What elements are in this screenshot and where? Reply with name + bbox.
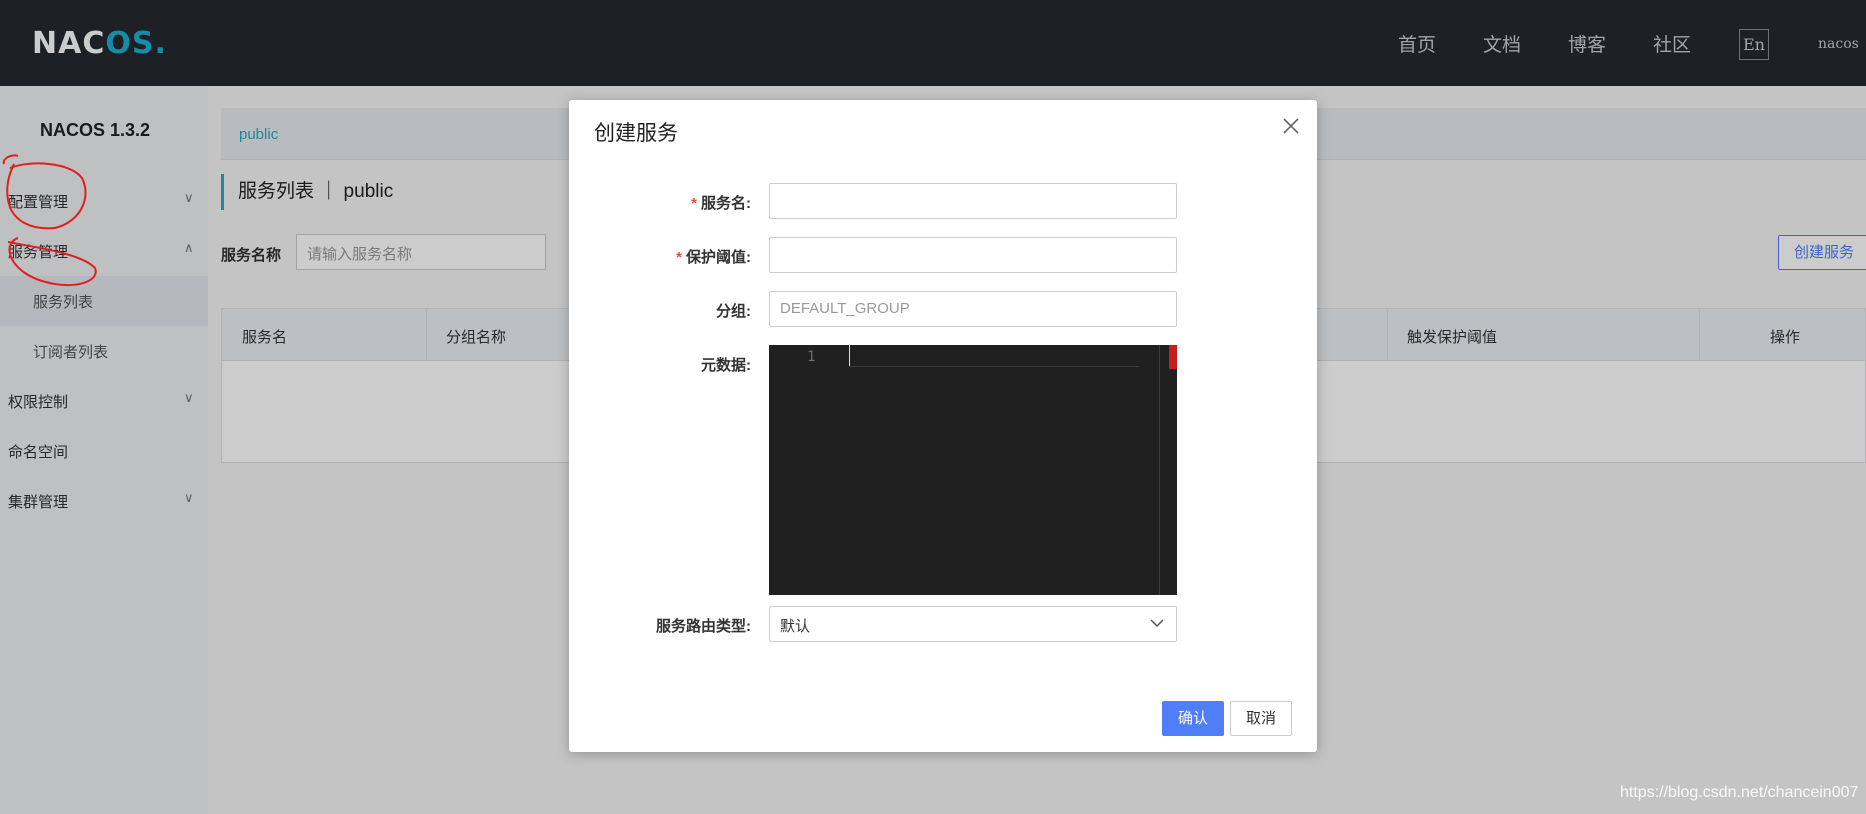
protect-threshold-input[interactable] <box>769 237 1177 273</box>
service-name-input[interactable] <box>769 183 1177 219</box>
editor-print-margin <box>1159 345 1160 595</box>
service-name-label: * 服务名: <box>691 195 751 212</box>
cancel-button[interactable]: 取消 <box>1230 701 1292 736</box>
required-mark: * <box>691 195 697 212</box>
annotation-scribble <box>2 154 97 286</box>
editor-error-marker <box>1169 345 1177 369</box>
text-cursor <box>849 345 850 367</box>
dialog-title: 创建服务 <box>594 122 678 145</box>
create-service-dialog: 创建服务 * 服务名: * 保护阈值: 分组: DEFAULT_GROUP 元数据:… <box>569 100 1317 752</box>
protect-threshold-label: * 保护阈值: <box>676 249 751 266</box>
select-value: 默认 <box>780 618 811 635</box>
confirm-button[interactable]: 确认 <box>1162 701 1224 736</box>
metadata-code-editor[interactable]: 1 <box>769 345 1177 595</box>
selector-type-select[interactable]: 默认 <box>769 606 1177 642</box>
watermark: https://blog.csdn.net/chancein007 <box>1620 784 1859 801</box>
group-label: 分组: <box>716 303 751 320</box>
selector-type-label: 服务路由类型: <box>656 618 751 635</box>
close-icon[interactable] <box>1279 114 1303 138</box>
editor-guide-line <box>849 366 1139 367</box>
required-mark: * <box>676 249 682 266</box>
group-input[interactable]: DEFAULT_GROUP <box>769 291 1177 327</box>
line-number: 1 <box>807 349 816 365</box>
chevron-down-icon <box>1150 619 1164 628</box>
metadata-label: 元数据: <box>701 357 751 374</box>
